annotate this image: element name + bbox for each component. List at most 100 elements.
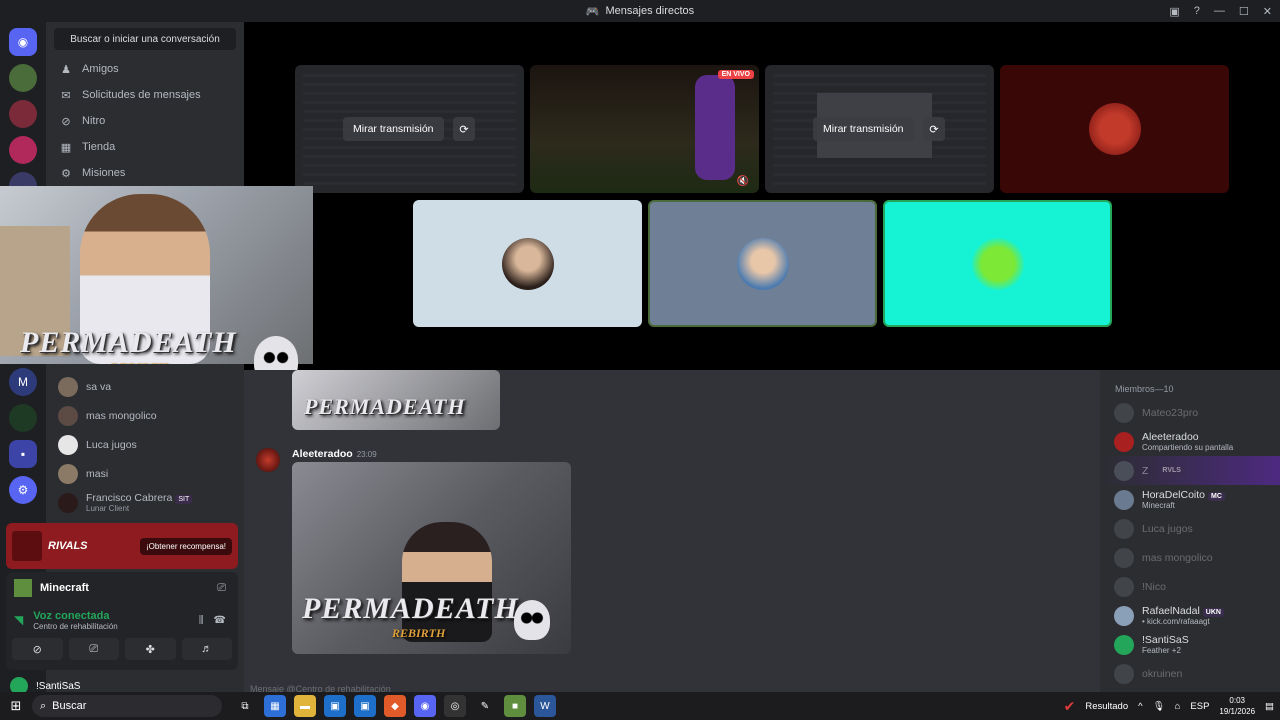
voice-connection: ◥ Voz conectada Centro de rehabilitación…: [14, 609, 226, 631]
member-item[interactable]: Z RVLS: [1100, 456, 1280, 485]
maximize-icon[interactable]: ☐: [1239, 5, 1249, 18]
nav-message-requests[interactable]: ✉ Solicitudes de mensajes: [46, 82, 244, 108]
discord-taskbar-icon[interactable]: ◉: [414, 695, 436, 717]
member-item[interactable]: okruinen: [1100, 659, 1280, 688]
inbox-icon[interactable]: ▣: [1169, 5, 1179, 18]
popout-icon[interactable]: ⟳: [923, 117, 945, 141]
folder-icon[interactable]: ▪: [9, 440, 37, 468]
member-item[interactable]: Mateo23pro: [1100, 398, 1280, 427]
search-conversation-button[interactable]: Buscar o iniciar una conversación: [54, 28, 236, 50]
nav-friends[interactable]: ♟ Amigos: [46, 56, 244, 82]
avatar: [58, 492, 78, 513]
server-icon[interactable]: [9, 404, 37, 432]
close-icon[interactable]: ✕: [1263, 5, 1272, 18]
avatar: [1114, 547, 1134, 568]
server-icon[interactable]: [9, 136, 37, 164]
activity-row: Minecraft ⎚: [6, 572, 238, 604]
user-panel[interactable]: !SantiSaS: [10, 677, 80, 695]
soundboard-button[interactable]: ♬: [181, 638, 232, 660]
participant-tile[interactable]: [883, 200, 1112, 327]
member-item[interactable]: !Nico: [1100, 572, 1280, 601]
task-view-icon[interactable]: ⧉: [234, 695, 256, 717]
popout-icon[interactable]: ⟳: [453, 117, 475, 141]
participant-tile[interactable]: [413, 200, 642, 327]
member-item[interactable]: !SantiSaS Feather +2: [1100, 630, 1280, 659]
noise-icon[interactable]: ⫼: [199, 615, 204, 626]
avatar: [1114, 489, 1134, 510]
dm-item[interactable]: Luca jugos: [46, 430, 244, 459]
chevron-up-icon[interactable]: ^: [1138, 701, 1142, 712]
server-icon[interactable]: ⚙: [9, 476, 37, 504]
language-indicator[interactable]: ESP: [1190, 701, 1209, 712]
taskbar-search[interactable]: ⌕ Buscar: [32, 695, 222, 717]
minimize-icon[interactable]: —: [1214, 5, 1225, 17]
screen-share-icon[interactable]: ⎚: [217, 582, 226, 595]
member-item[interactable]: Aleeteradoo Compartiendo su pantalla: [1100, 427, 1280, 456]
clock[interactable]: 0:03 19/1/2026: [1219, 695, 1255, 717]
app-icon[interactable]: ▣: [324, 695, 346, 717]
help-icon[interactable]: ?: [1194, 5, 1200, 17]
avatar[interactable]: [256, 448, 280, 472]
disconnect-icon[interactable]: ☎: [214, 615, 226, 626]
member-list: Miembros—10 Mateo23pro Aleeteradoo Compar…: [1100, 370, 1280, 692]
activities-button[interactable]: ✤: [125, 638, 176, 660]
app-icon[interactable]: ✎: [474, 695, 496, 717]
notification-icon[interactable]: ▤: [1265, 701, 1274, 712]
result-app-icon: ✔: [1063, 697, 1076, 714]
nitro-icon: ⊘: [61, 115, 71, 128]
stream-tile[interactable]: Mirar transmisión ⟳: [765, 65, 994, 193]
message-image[interactable]: PERMADEATH REBIRTH: [292, 462, 571, 654]
result-label[interactable]: Resultado: [1085, 701, 1128, 712]
game-character: [695, 75, 735, 180]
live-stream-tile[interactable]: EN VIVO 🔇: [530, 65, 759, 193]
brave-browser-icon[interactable]: ◆: [384, 695, 406, 717]
dm-item[interactable]: mas mongolico: [46, 401, 244, 430]
muted-icon[interactable]: 🔇: [737, 176, 749, 187]
participant-tile[interactable]: [1000, 65, 1229, 193]
discord-home-icon[interactable]: ◉: [9, 28, 37, 56]
avatar: [501, 237, 554, 290]
share-screen-button[interactable]: ⎚: [68, 638, 119, 660]
member-item[interactable]: HoraDelCoito MC Minecraft: [1100, 485, 1280, 514]
message-author[interactable]: Aleeteradoo 23:09: [292, 448, 377, 460]
member-item[interactable]: mas mongolico: [1100, 543, 1280, 572]
message-image[interactable]: PERMADEATH: [292, 370, 500, 430]
status-badge: MC: [1208, 492, 1225, 501]
server-icon[interactable]: [9, 100, 37, 128]
server-icon[interactable]: M: [9, 368, 37, 396]
avatar: [58, 376, 78, 397]
member-item[interactable]: Luca jugos: [1100, 514, 1280, 543]
stream-tile[interactable]: Mirar transmisión ⟳: [295, 65, 524, 193]
store-icon[interactable]: ▦: [264, 695, 286, 717]
participant-tile[interactable]: [648, 200, 877, 327]
message-input[interactable]: Mensaje @Centro de rehabilitación: [250, 684, 1090, 694]
dm-item[interactable]: masi: [46, 459, 244, 488]
obs-icon[interactable]: ◎: [444, 695, 466, 717]
skull-icon: [514, 600, 550, 640]
avatar: [1114, 431, 1134, 452]
status-badge: SIT: [175, 495, 193, 504]
windows-start-icon[interactable]: ⊞: [0, 698, 32, 714]
dm-item[interactable]: Francisco Cabrera SIT Lunar Client: [46, 488, 244, 517]
file-explorer-icon[interactable]: ▬: [294, 695, 316, 717]
network-icon[interactable]: ⌂: [1175, 701, 1181, 712]
server-icon[interactable]: [9, 64, 37, 92]
word-icon[interactable]: W: [534, 695, 556, 717]
nav-nitro[interactable]: ⊘ Nitro: [46, 108, 244, 134]
avatar: [1114, 605, 1134, 626]
watch-stream-button[interactable]: Mirar transmisión: [343, 117, 444, 141]
call-stage: Mirar transmisión ⟳ EN VIVO 🔇 Mirar tran…: [244, 22, 1280, 370]
microphone-icon[interactable]: 🎙: [1153, 701, 1165, 712]
camera-off-button[interactable]: ⊘: [12, 638, 63, 660]
member-item[interactable]: RafaelNadal UKN • kick.com/rafaaagt: [1100, 601, 1280, 630]
avatar: [1114, 634, 1134, 655]
watch-stream-button[interactable]: Mirar transmisión: [813, 117, 914, 141]
nav-quests[interactable]: ⚙ Misiones: [46, 160, 244, 186]
minecraft-taskbar-icon[interactable]: ■: [504, 695, 526, 717]
app-icon[interactable]: ▣: [354, 695, 376, 717]
claim-reward-button[interactable]: ¡Obtener recompensa!: [139, 537, 232, 555]
promo-brand: RIVALS: [48, 540, 88, 552]
nav-shop[interactable]: ▦ Tienda: [46, 134, 244, 160]
dm-item[interactable]: sa va: [46, 372, 244, 401]
avatar: [58, 434, 78, 455]
